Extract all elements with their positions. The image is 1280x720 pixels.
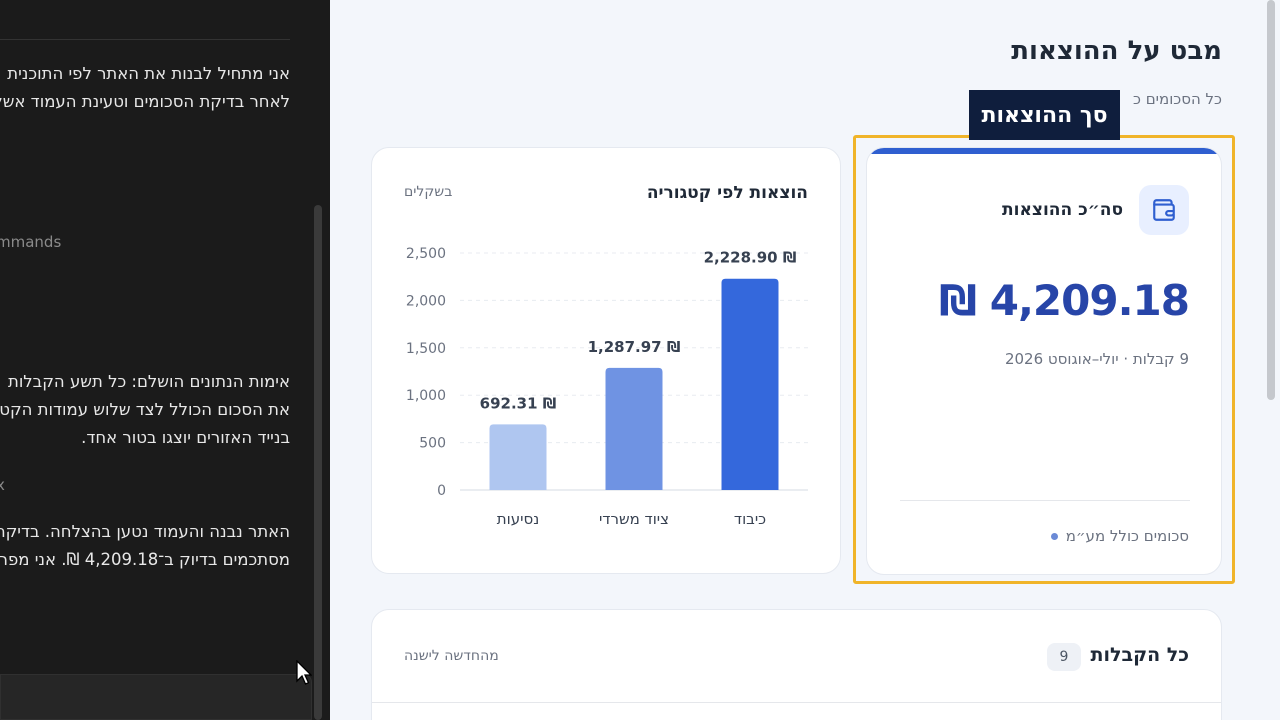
chat-line: האתר נבנה והעמוד נטען בהצלחה. בדיקה <box>0 522 290 541</box>
chat-line: מסתכמים בדיוק ב־4,209.18 ₪. אני מפרט <box>0 550 290 569</box>
bar-value-label: ₪ 692.31 <box>480 394 557 412</box>
receipts-title: כל הקבלות <box>1090 644 1190 666</box>
y-tick-label: 1,000 <box>406 388 446 404</box>
chat-message: אני מתחיל לבנות את האתר לפי התוכנית לאחר… <box>0 60 290 116</box>
chat-scrollbar[interactable] <box>314 205 322 720</box>
mouse-cursor-icon <box>296 660 312 685</box>
y-tick-label: 0 <box>437 483 446 499</box>
chart-bar <box>721 278 779 490</box>
x-category-label: ציוד משרדי <box>599 510 669 528</box>
bullet-dot-icon <box>1050 532 1058 540</box>
tooltip: סך ההוצאות <box>969 90 1120 140</box>
y-tick-label: 500 <box>419 436 446 452</box>
receipts-count-badge: 9 <box>1047 643 1081 671</box>
chart-bar <box>605 367 663 490</box>
total-meta: 9 קבלות · יולי–אוגוסט 2026 <box>1004 350 1189 368</box>
chat-panel: אני מתחיל לבנות את האתר לפי התוכנית לאחר… <box>0 0 330 720</box>
y-tick-label: 2,000 <box>406 293 446 309</box>
footnote-text: סכומים כולל מע״מ <box>1065 527 1189 545</box>
page-scrollbar[interactable] <box>1262 0 1280 720</box>
chart-bar <box>489 424 547 490</box>
total-expenses-card: סה״כ ההוצאות 4,209.18 ₪ 9 קבלות · יולי–א… <box>866 147 1222 575</box>
scrollbar-thumb[interactable] <box>1267 0 1275 400</box>
chat-input-box[interactable] <box>0 674 312 720</box>
category-chart-card: הוצאות לפי קטגוריה בשקלים 0 500 1,000 1,500… <box>371 147 841 574</box>
receipts-card: כל הקבלות 9 מהחדשה לישנה <box>371 609 1222 720</box>
card-divider <box>900 500 1190 501</box>
chat-message: האתר נבנה והעמוד נטען בהצלחה. בדיקה מסתכ… <box>0 518 290 574</box>
total-label: סה״כ ההוצאות <box>1002 200 1123 220</box>
y-tick-label: 2,500 <box>406 246 446 262</box>
chat-line: אימות הנתונים הושלם: כל תשע הקבלות <box>7 372 290 391</box>
command-label[interactable]: x <box>0 476 5 494</box>
page-title: מבט על ההוצאות <box>1011 36 1222 66</box>
bar-value-label: ₪ 2,228.90 <box>704 249 797 267</box>
y-tick-label: 1,500 <box>406 341 446 357</box>
total-footnote: סכומים כולל מע״מ <box>1050 527 1189 545</box>
total-amount: 4,209.18 ₪ <box>939 276 1190 325</box>
panel-divider <box>0 39 290 40</box>
x-category-label: כיבוד <box>734 510 766 528</box>
x-category-label: נסיעות <box>497 510 539 528</box>
bar-chart: 0 500 1,000 1,500 2,000 2,500 ₪ 2,228.90 כיבוד ₪… <box>406 246 808 528</box>
page-subtitle: כל הסכומים כ <box>1133 90 1222 108</box>
card-accent-bar <box>867 148 1221 154</box>
sort-order-label[interactable]: מהחדשה לישנה <box>404 648 499 664</box>
card-divider <box>372 702 1221 703</box>
command-label[interactable]: mmands <box>0 233 61 251</box>
chat-line: לאחר בדיקת הסכומים וטעינת העמוד אשלח <box>0 92 290 111</box>
chat-line: אני מתחיל לבנות את האתר לפי התוכנית <box>7 64 290 83</box>
chat-message: אימות הנתונים הושלם: כל תשע הקבלות את הס… <box>0 368 290 452</box>
chat-line: את הסכום הכולל לצד שלוש עמודות הקטגוריות <box>0 400 290 419</box>
chat-line: בנייד האזורים יוצגו בטור אחד. <box>81 428 290 447</box>
bar-value-label: ₪ 1,287.97 <box>588 338 681 356</box>
wallet-icon <box>1139 185 1189 235</box>
